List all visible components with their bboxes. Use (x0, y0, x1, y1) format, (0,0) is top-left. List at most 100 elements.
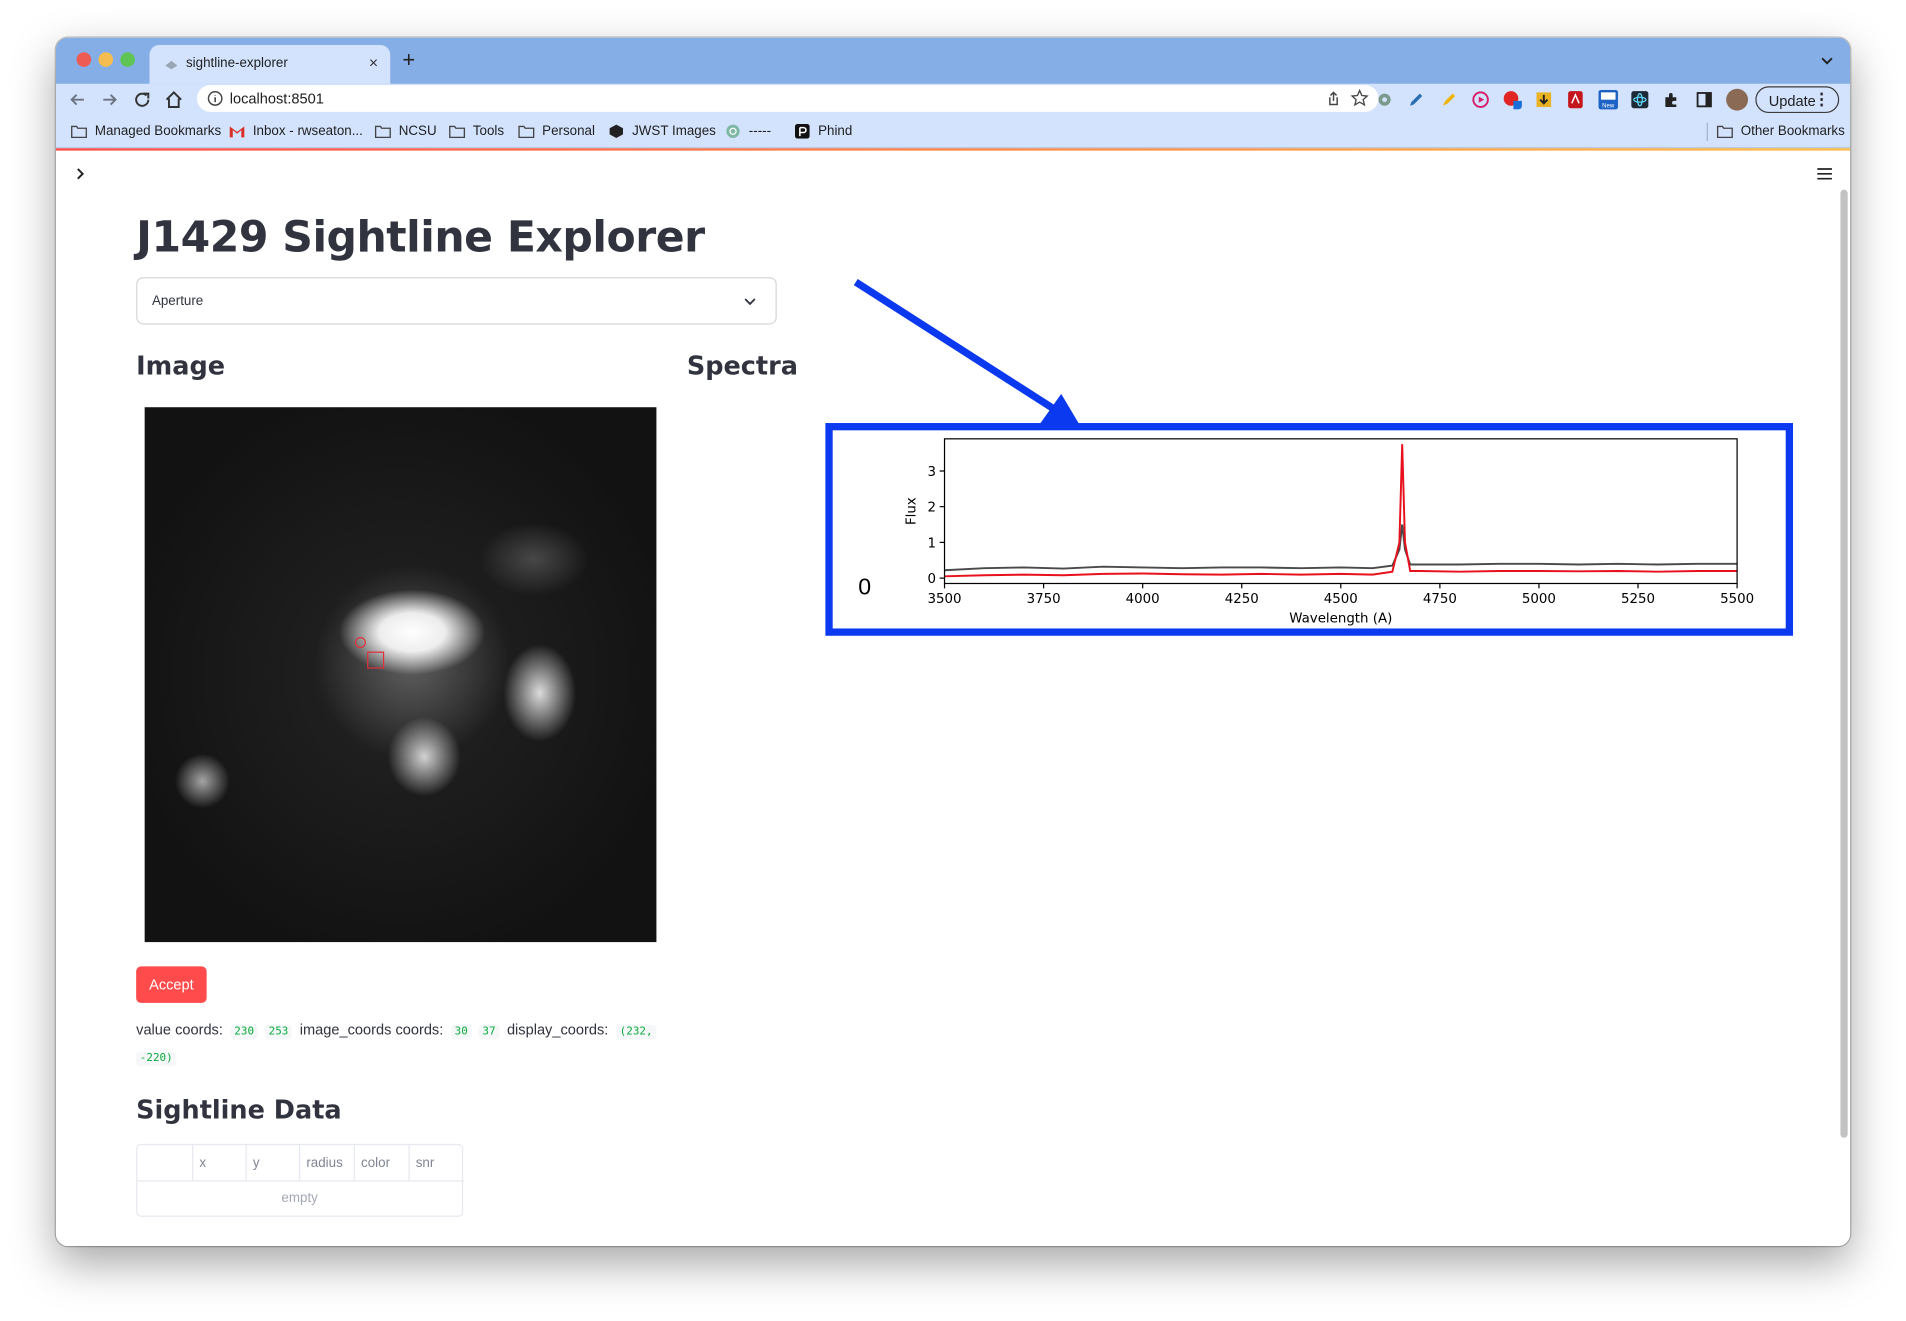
extension-pdf-icon[interactable] (1566, 90, 1585, 109)
gmail-icon (229, 126, 245, 138)
phind-icon (795, 123, 810, 139)
x-tick-label: 5250 (1621, 592, 1655, 607)
tab-title: sightline-explorer (185, 55, 288, 71)
spectrum-series-line-1 (944, 524, 1738, 572)
select-value: Aperture (151, 294, 204, 309)
back-arrow-icon[interactable] (66, 88, 90, 112)
x-tick-label: 5500 (1720, 592, 1754, 607)
bookmark-label: NCSU (398, 123, 437, 139)
image-heading: Image (136, 351, 226, 381)
extension-play-icon[interactable] (1471, 90, 1490, 109)
browser-window: sightline-explorer × + localhost:8501 Ne… (55, 37, 1851, 1246)
page-scrollbar[interactable] (1840, 189, 1848, 1138)
svg-text:New: New (1602, 104, 1615, 110)
y-tick-label: 2 (928, 501, 937, 516)
table-header-snr[interactable]: snr (409, 1145, 465, 1182)
title-bar: sightline-explorer × + (55, 37, 1851, 84)
table-empty-message: empty (281, 1191, 318, 1206)
address-bar[interactable]: localhost:8501 (196, 85, 1379, 112)
table-header-radius[interactable]: radius (300, 1145, 355, 1182)
bookmark-label: Other Bookmarks (1740, 123, 1845, 139)
aperture-marker-circle[interactable] (354, 636, 366, 648)
aperture-select[interactable]: Aperture (136, 277, 777, 325)
hexagon-icon (609, 124, 623, 138)
annotation-arrow-icon (853, 278, 1081, 427)
bookmark-label: Phind (818, 123, 853, 139)
image-y: 37 (478, 1024, 500, 1040)
hamburger-menu-icon[interactable] (1816, 167, 1833, 182)
reload-icon[interactable] (130, 88, 154, 112)
sky-image[interactable] (144, 407, 657, 943)
spectra-heading: Spectra (686, 351, 798, 381)
x-tick-label: 5000 (1522, 592, 1556, 607)
sidebar-expand-chevron-icon[interactable] (73, 165, 88, 182)
update-button[interactable]: Update ⋮ (1755, 86, 1840, 114)
x-tick-label: 4000 (1126, 592, 1160, 607)
bookmark-label: Managed Bookmarks (94, 123, 222, 139)
browser-menu-icon[interactable]: ⋮ (1814, 90, 1830, 109)
image-x: 30 (450, 1024, 472, 1040)
openai-icon (726, 124, 740, 138)
image-coords-label: image_coords coords: (299, 1021, 444, 1039)
accept-label: Accept (149, 976, 194, 994)
bookmark-star-icon[interactable] (1350, 88, 1369, 107)
extensions-puzzle-icon[interactable] (1662, 90, 1681, 109)
x-tick-label: 4250 (1225, 592, 1259, 607)
share-icon[interactable] (1325, 90, 1342, 107)
chevron-down-icon (744, 298, 756, 306)
extension-gear-icon[interactable] (1375, 90, 1394, 109)
display-coords-part2: -220) (136, 1051, 177, 1067)
table-header-x[interactable]: x (193, 1145, 247, 1182)
bookmark-label: ----- (748, 123, 772, 139)
accept-button[interactable]: Accept (136, 966, 207, 1003)
url-text[interactable]: localhost:8501 (230, 90, 324, 107)
home-icon[interactable] (162, 88, 186, 112)
y-axis-label: Flux (904, 497, 919, 525)
browser-tab[interactable]: sightline-explorer × (149, 44, 391, 84)
plot-frame (943, 438, 1738, 585)
folder-icon (449, 125, 466, 139)
display-coords-part1: (232, (616, 1024, 657, 1040)
value-x: 230 (230, 1024, 258, 1040)
extension-new-icon[interactable]: New (1597, 89, 1619, 111)
new-tab-button[interactable]: + (402, 49, 415, 71)
x-tick-label: 3500 (928, 592, 962, 607)
extension-red-c-icon[interactable] (1502, 90, 1522, 110)
folder-icon (518, 125, 535, 139)
extension-pen-icon[interactable] (1406, 90, 1425, 109)
maximize-window-button[interactable] (120, 52, 135, 67)
update-label: Update (1768, 92, 1816, 110)
extension-highlighter-icon[interactable] (1439, 90, 1458, 109)
app-page: J1429 Sightline Explorer Aperture Image … (55, 150, 1851, 1246)
table-header-y[interactable]: y (246, 1145, 301, 1182)
folder-icon (1716, 125, 1733, 139)
streamlit-favicon-icon (165, 60, 178, 70)
side-panel-icon[interactable] (1695, 90, 1714, 109)
coords-readout: value coords: 230 253 image_coords coords… (136, 1021, 671, 1040)
bookmark-label: Inbox - rwseaton... (252, 123, 363, 139)
tab-list-chevron-icon[interactable] (1819, 52, 1836, 69)
x-axis-label: Wavelength (A) (1289, 611, 1392, 626)
spectrum-chart[interactable]: 3500 3750 4000 4250 4500 4750 5000 5250 5500 0 1 2 3… (833, 430, 1786, 628)
spectrum-highlight-box: 3500 3750 4000 4250 4500 4750 5000 5250 5500 0 1 2 3… (825, 423, 1794, 636)
profile-avatar[interactable] (1726, 88, 1749, 111)
coords-readout-wrap: -220) (136, 1048, 671, 1067)
x-tick-label: 3750 (1027, 592, 1061, 607)
sightline-table[interactable]: x y radius color snr empty (136, 1143, 465, 1217)
tab-close-icon[interactable]: × (369, 53, 378, 71)
aperture-marker-square[interactable] (367, 651, 385, 669)
site-info-icon[interactable] (207, 90, 224, 107)
forward-arrow-icon[interactable] (97, 88, 121, 112)
bookmark-separator (1706, 122, 1708, 142)
bookmarks-bar: Managed Bookmarks Inbox - rwseaton... NC… (55, 115, 1851, 149)
spectrum-series-line-0 (944, 444, 1738, 578)
y-tick-label: 1 (928, 536, 937, 551)
x-tick-label: 4750 (1423, 592, 1457, 607)
table-header-color[interactable]: color (354, 1145, 410, 1182)
extension-download-icon[interactable] (1534, 90, 1553, 109)
extension-react-icon[interactable] (1630, 90, 1649, 109)
display-coords-label: display_coords: (506, 1021, 609, 1039)
close-window-button[interactable] (76, 52, 92, 67)
bookmark-label: Personal (542, 123, 595, 139)
minimize-window-button[interactable] (98, 52, 114, 67)
